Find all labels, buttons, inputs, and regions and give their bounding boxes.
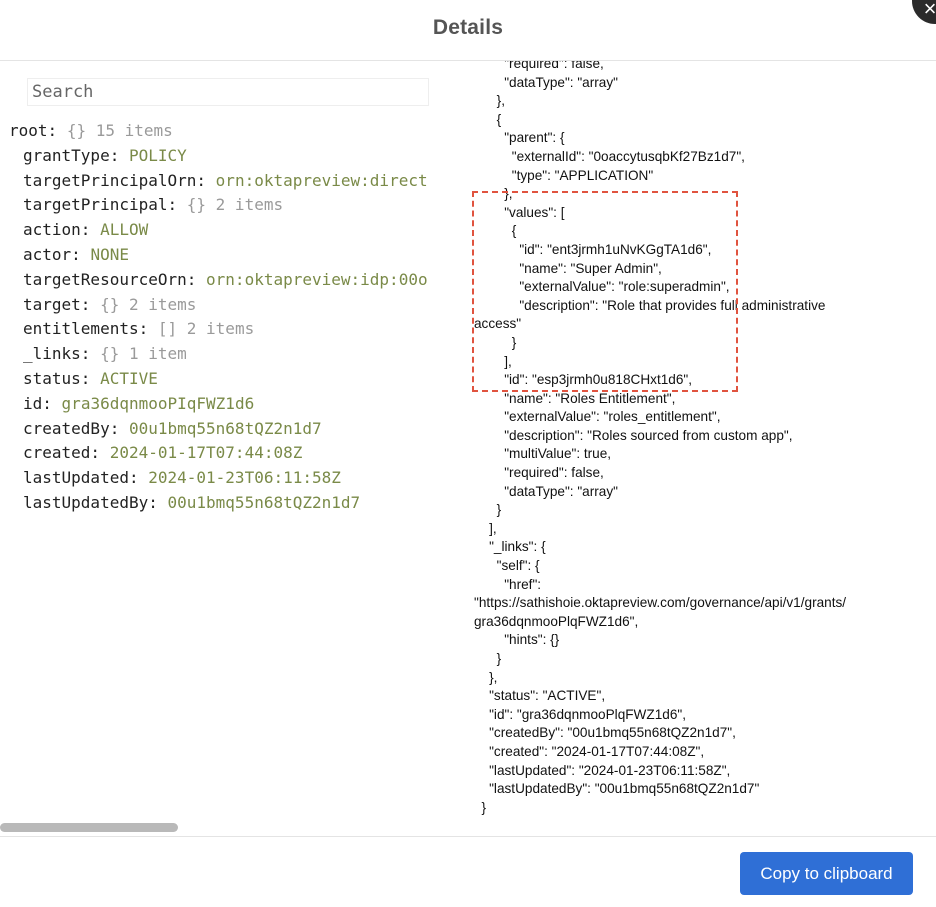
json-line: "createdBy": "00u1bmq55n68tQZ2n1d7", bbox=[474, 725, 736, 741]
json-line: "dataType": "array" bbox=[474, 483, 618, 499]
tree-meta: {} 2 items bbox=[186, 195, 284, 215]
json-line: "required": false, bbox=[474, 61, 604, 71]
json-line: "type": "APPLICATION" bbox=[474, 167, 654, 183]
tree-row[interactable]: targetResourceOrn: orn:oktapreview:idp:0… bbox=[0, 268, 470, 293]
json-line: "https://sathishoie.oktapreview.com/gove… bbox=[474, 595, 847, 611]
tree-row[interactable]: targetPrincipalOrn: orn:oktapreview:dire… bbox=[0, 169, 470, 194]
json-line: "externalValue": "roles_entitlement", bbox=[474, 409, 721, 425]
tree-key: lastUpdatedBy: bbox=[23, 492, 158, 512]
tree-key: target: bbox=[23, 294, 91, 314]
json-line: "id": "esp3jrmh0u818CHxt1d6", bbox=[474, 372, 693, 388]
json-line: gra36dqnmooPlqFWZ1d6", bbox=[474, 613, 639, 629]
tree-meta: {} 15 items bbox=[66, 121, 173, 140]
json-line: "externalId": "0oaccytusqbKf27Bz1d7", bbox=[474, 148, 745, 164]
json-line: } bbox=[474, 651, 502, 666]
json-line: "required": false, bbox=[474, 465, 604, 481]
json-line: }, bbox=[474, 93, 505, 109]
tree-value: POLICY bbox=[128, 145, 187, 165]
tree-value: ALLOW bbox=[100, 220, 149, 240]
tree-value: NONE bbox=[90, 244, 129, 264]
search-input[interactable] bbox=[27, 78, 429, 106]
tree-key: grantType: bbox=[23, 145, 120, 165]
tree-row[interactable]: targetPrincipal: {} 2 items bbox=[0, 193, 470, 218]
json-line: } bbox=[474, 799, 487, 815]
tree-key: targetPrincipal: bbox=[23, 195, 178, 215]
tree-row[interactable]: lastUpdated: 2024-01-23T06:11:58Z bbox=[0, 466, 470, 491]
json-line: }, bbox=[474, 669, 498, 685]
json-line: } bbox=[474, 334, 517, 350]
tree-root-row[interactable]: root: {} 15 items bbox=[0, 119, 470, 144]
tree-key: entitlements: bbox=[23, 319, 149, 339]
tree-row[interactable]: action: ALLOW bbox=[0, 218, 470, 243]
json-line: "lastUpdatedBy": "00u1bmq55n68tQZ2n1d7" bbox=[474, 781, 760, 797]
tree-value: 00u1bmq55n68tQZ2n1d7 bbox=[128, 418, 322, 438]
details-modal: Details × root: {} 15 items grantType: P… bbox=[0, 0, 936, 907]
tree-row[interactable]: _links: {} 1 item bbox=[0, 342, 470, 367]
tree-key: created: bbox=[23, 443, 101, 463]
json-line: "multiValue": true, bbox=[474, 446, 612, 462]
json-line: "hints": {} bbox=[474, 632, 560, 648]
horizontal-scrollbar[interactable] bbox=[0, 823, 178, 832]
tree-key: root: bbox=[9, 121, 58, 140]
tree-row[interactable]: created: 2024-01-17T07:44:08Z bbox=[0, 441, 470, 466]
tree-row[interactable]: createdBy: 00u1bmq55n68tQZ2n1d7 bbox=[0, 417, 470, 442]
tree-value: orn:oktapreview:idp:00o bbox=[206, 269, 428, 289]
tree-meta: {} 1 item bbox=[100, 344, 187, 364]
json-line: "self": { bbox=[474, 558, 540, 574]
tree-meta: [] 2 items bbox=[157, 319, 255, 339]
tree-meta: {} 2 items bbox=[100, 294, 197, 314]
tree-key: actor: bbox=[23, 244, 81, 264]
json-line: "parent": { bbox=[474, 130, 565, 146]
tree-row[interactable]: id: gra36dqnmooPIqFWZ1d6 bbox=[0, 392, 470, 417]
tree-row[interactable]: actor: NONE bbox=[0, 243, 470, 268]
json-line: { bbox=[474, 223, 517, 239]
tree-value: 2024-01-23T06:11:58Z bbox=[148, 468, 341, 488]
tree-key: id: bbox=[23, 393, 52, 413]
tree-value: 00u1bmq55n68tQZ2n1d7 bbox=[167, 492, 361, 512]
json-line: { bbox=[474, 111, 502, 127]
json-line: ], bbox=[474, 520, 497, 536]
tree-row[interactable]: grantType: POLICY bbox=[0, 144, 470, 169]
modal-content: root: {} 15 items grantType: POLICYtarge… bbox=[0, 61, 936, 835]
tree-key: targetResourceOrn: bbox=[23, 269, 197, 289]
json-line: ], bbox=[474, 353, 512, 369]
tree-key: createdBy: bbox=[23, 418, 120, 438]
json-line: "values": [ bbox=[474, 204, 565, 220]
tree-row[interactable]: lastUpdatedBy: 00u1bmq55n68tQZ2n1d7 bbox=[0, 491, 470, 516]
json-line: "name": "Super Admin", bbox=[474, 260, 662, 276]
tree-value: orn:oktapreview:direct bbox=[215, 170, 428, 190]
tree-value: 2024-01-17T07:44:08Z bbox=[109, 443, 303, 463]
tree-value: ACTIVE bbox=[100, 368, 158, 388]
json-line: "href": bbox=[474, 576, 542, 592]
json-line: } bbox=[474, 502, 502, 518]
tree-key: lastUpdated: bbox=[23, 468, 139, 488]
tree-key: action: bbox=[23, 220, 91, 240]
modal-footer: Copy to clipboard bbox=[0, 836, 936, 907]
json-line: "dataType": "array" bbox=[474, 74, 618, 90]
json-line: "created": "2024-01-17T07:44:08Z", bbox=[474, 743, 705, 759]
tree-row[interactable]: target: {} 2 items bbox=[0, 293, 470, 318]
modal-title: Details bbox=[432, 16, 504, 39]
copy-to-clipboard-button[interactable]: Copy to clipboard bbox=[740, 852, 913, 895]
json-line: "_links": { bbox=[474, 539, 546, 555]
tree-row[interactable]: status: ACTIVE bbox=[0, 367, 470, 392]
raw-json-view: "required": false, "dataType": "array" }… bbox=[474, 61, 914, 817]
tree-key: _links: bbox=[23, 344, 91, 364]
json-line: access" bbox=[474, 316, 522, 332]
json-tree-view: root: {} 15 items grantType: POLICY targe… bbox=[0, 119, 470, 516]
json-line: }, bbox=[474, 186, 513, 202]
tree-row[interactable]: entitlements: [] 2 items bbox=[0, 317, 470, 342]
json-line: "externalValue": "role:superadmin", bbox=[474, 279, 730, 295]
tree-key: targetPrincipalOrn: bbox=[23, 170, 207, 190]
tree-key: status: bbox=[23, 368, 91, 388]
modal-header: Details × bbox=[0, 0, 936, 61]
tree-value: gra36dqnmooPIqFWZ1d6 bbox=[61, 393, 255, 413]
json-line: "id": "ent3jrmh1uNvKGgTA1d6", bbox=[474, 241, 712, 257]
json-line: "name": "Roles Entitlement", bbox=[474, 390, 676, 406]
json-line: "description": "Roles sourced from custo… bbox=[474, 427, 793, 443]
json-line: "lastUpdated": "2024-01-23T06:11:58Z", bbox=[474, 762, 731, 778]
json-line: "description": "Role that provides full … bbox=[474, 297, 826, 313]
json-line: "id": "gra36dqnmooPlqFWZ1d6", bbox=[474, 706, 686, 722]
json-line: "status": "ACTIVE", bbox=[474, 688, 606, 704]
